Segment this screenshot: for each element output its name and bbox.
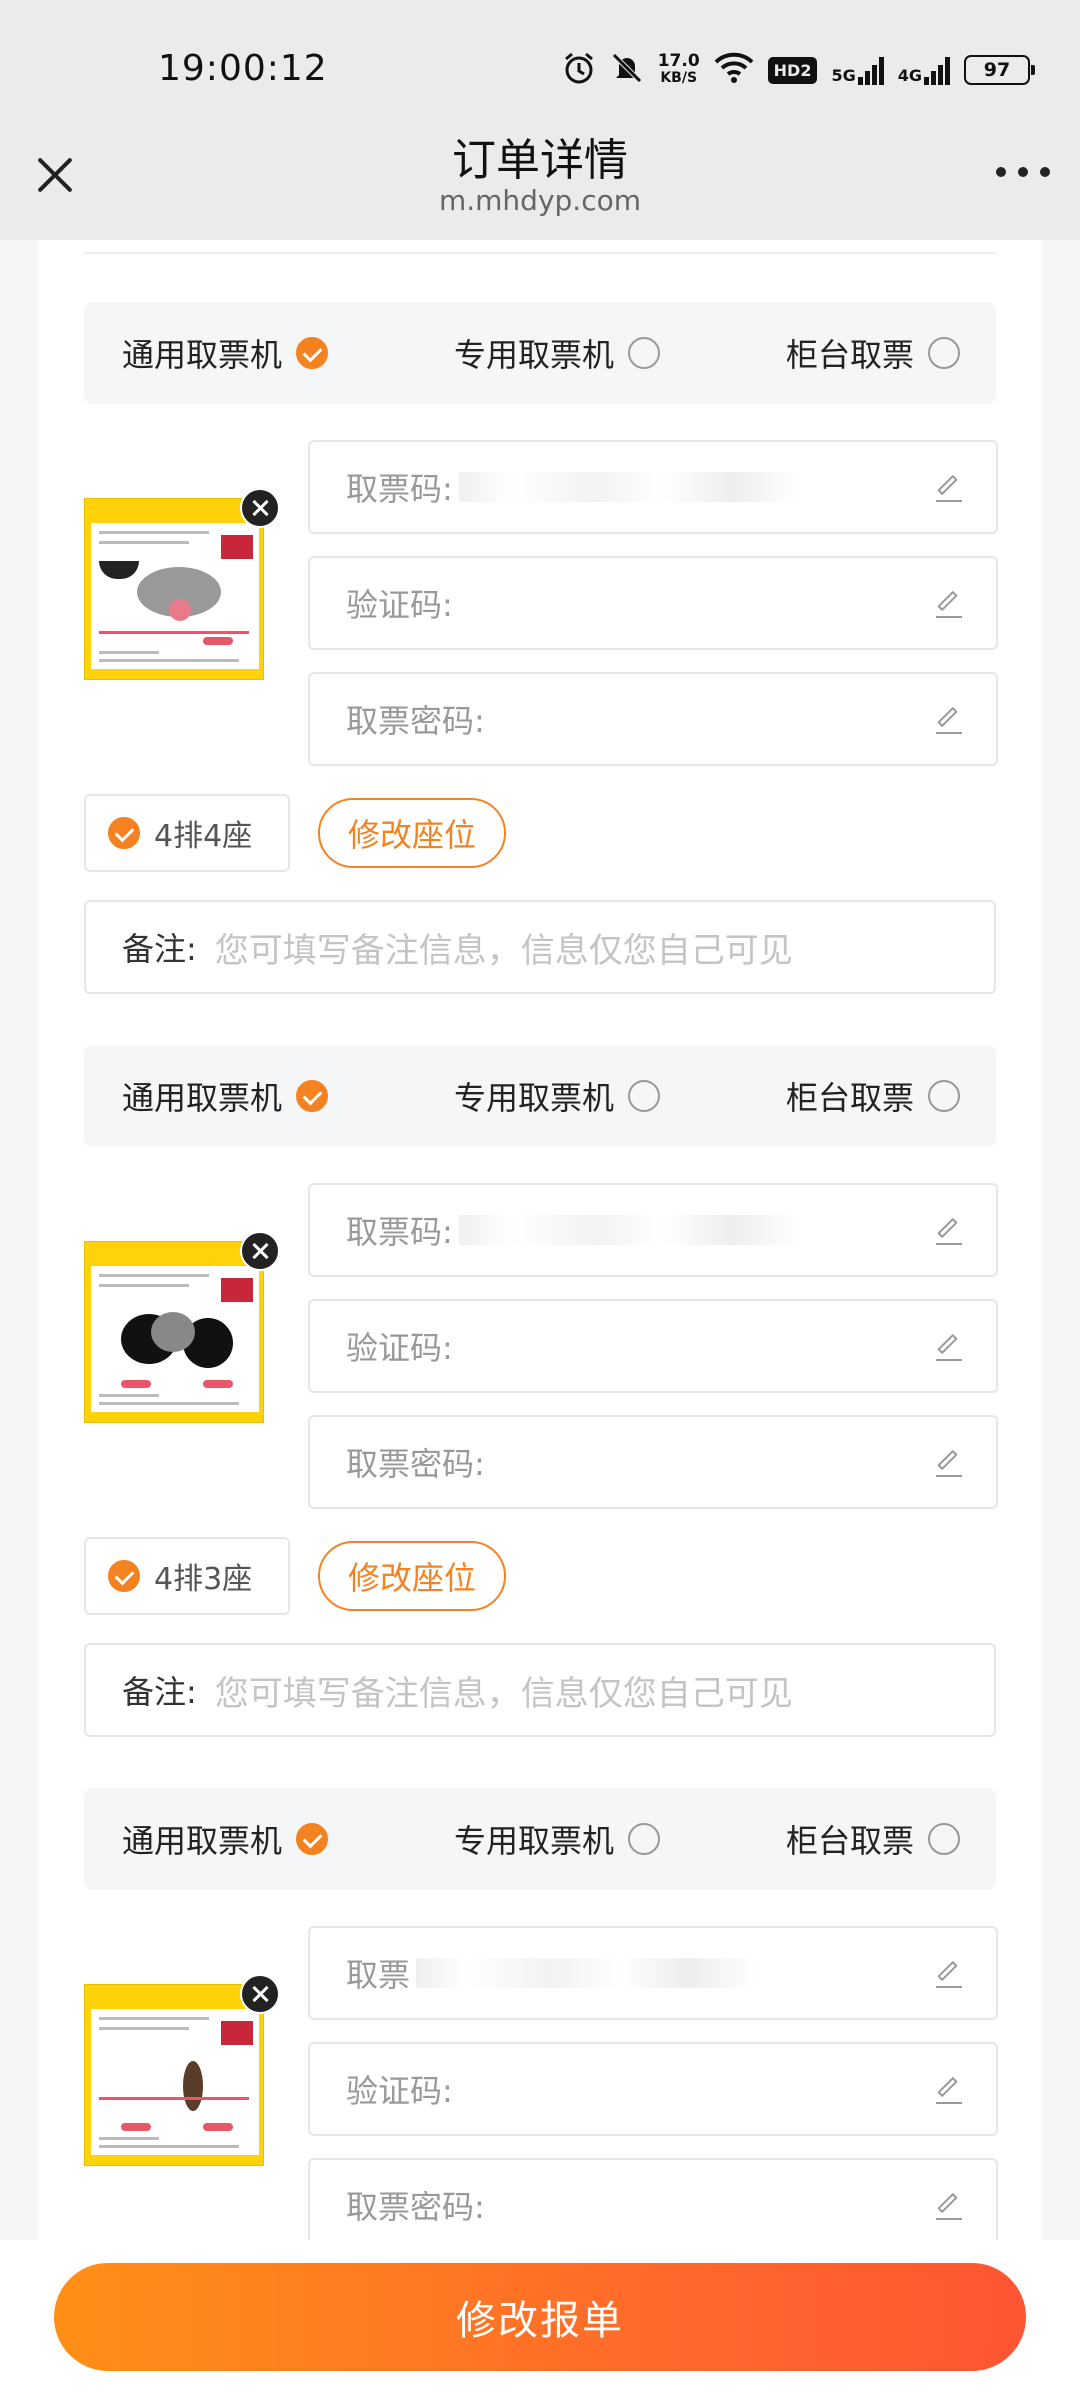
- ticket-code-input[interactable]: 取票: [308, 1926, 998, 2020]
- redacted-value: [458, 472, 799, 502]
- option-counter[interactable]: 柜台取票: [786, 1788, 960, 1890]
- option-counter[interactable]: 柜台取票: [786, 1045, 960, 1147]
- ticket-block-2: 通用取票机 专用取票机 柜台取票 取票码: 验证码: 取票密码: 4排3座 修改…: [84, 1045, 998, 1737]
- verify-code-input[interactable]: 验证码:: [308, 1299, 998, 1393]
- radio-unchecked-icon: [928, 337, 960, 369]
- nav-bar: 订单详情 m.mhdyp.com: [0, 135, 1080, 240]
- pickup-method-group: 通用取票机 专用取票机 柜台取票: [84, 302, 996, 404]
- status-time: 19:00:12: [158, 48, 328, 89]
- edit-icon[interactable]: [936, 474, 962, 502]
- signal-5g-icon: 5G: [831, 55, 884, 85]
- edit-icon[interactable]: [936, 1333, 962, 1361]
- page-title: 订单详情: [452, 135, 628, 186]
- mute-icon: [610, 51, 644, 89]
- ticket-block-3: 通用取票机 专用取票机 柜台取票 取票 验证码: 取票密码:: [84, 1788, 998, 2240]
- hd-icon: HD2: [767, 56, 818, 84]
- check-icon: [108, 1560, 140, 1592]
- order-content: 通用取票机 专用取票机 柜台取票 取票码: 验证码: 取票密码: 4排4座 修改…: [38, 240, 1042, 2240]
- edit-icon[interactable]: [936, 706, 962, 734]
- radio-checked-icon: [296, 337, 329, 369]
- verify-code-input[interactable]: 验证码:: [308, 2042, 998, 2136]
- remove-image-icon[interactable]: [240, 488, 280, 528]
- more-icon[interactable]: [996, 162, 1050, 182]
- redacted-value: [416, 1958, 757, 1988]
- option-counter[interactable]: 柜台取票: [786, 302, 960, 404]
- seat-tag: 4排4座: [84, 794, 290, 872]
- signal-4g-icon: 4G: [898, 55, 950, 85]
- radio-unchecked-icon: [628, 1823, 661, 1855]
- page-url: m.mhdyp.com: [438, 184, 641, 217]
- ticket-screenshot-thumbnail[interactable]: [84, 1984, 264, 2166]
- pickup-method-group: 通用取票机 专用取票机 柜台取票: [84, 1788, 996, 1890]
- battery-icon: 97: [964, 55, 1035, 85]
- status-bar: 19:00:12 17.0 KB/S HD2 5G 4G 97: [0, 0, 1080, 140]
- status-icons: 17.0 KB/S HD2 5G 4G 97: [562, 48, 1035, 92]
- edit-icon[interactable]: [936, 1217, 962, 1245]
- submit-modify-button[interactable]: 修改报单: [54, 2263, 1026, 2371]
- option-dedicated-machine[interactable]: 专用取票机: [454, 302, 661, 404]
- radio-checked-icon: [296, 1080, 329, 1112]
- check-icon: [108, 817, 140, 849]
- radio-unchecked-icon: [928, 1080, 960, 1112]
- radio-unchecked-icon: [628, 337, 661, 369]
- alarm-icon: [562, 51, 596, 89]
- modify-seat-button[interactable]: 修改座位: [318, 798, 506, 868]
- redacted-value: [458, 1215, 799, 1245]
- ticket-password-input[interactable]: 取票密码:: [308, 672, 998, 766]
- option-general-machine[interactable]: 通用取票机: [122, 1045, 329, 1147]
- network-speed: 17.0 KB/S: [657, 51, 700, 87]
- edit-icon[interactable]: [936, 2076, 962, 2104]
- ticket-screenshot-thumbnail[interactable]: [84, 498, 264, 680]
- edit-icon[interactable]: [936, 590, 962, 618]
- radio-unchecked-icon: [928, 1823, 960, 1855]
- ticket-password-input[interactable]: 取票密码:: [308, 1415, 998, 1509]
- ticket-code-input[interactable]: 取票码:: [308, 440, 998, 534]
- remove-image-icon[interactable]: [240, 1231, 280, 1271]
- radio-checked-icon: [296, 1823, 329, 1855]
- remark-input[interactable]: 备注: 您可填写备注信息，信息仅您自己可见: [84, 900, 996, 994]
- remark-input[interactable]: 备注: 您可填写备注信息，信息仅您自己可见: [84, 1643, 996, 1737]
- ticket-password-input[interactable]: 取票密码:: [308, 2158, 998, 2240]
- ticket-block-1: 通用取票机 专用取票机 柜台取票 取票码: 验证码: 取票密码: 4排4座 修改…: [84, 302, 998, 994]
- divider: [84, 252, 996, 254]
- ticket-screenshot-thumbnail[interactable]: [84, 1241, 264, 1423]
- wifi-icon: [714, 52, 754, 88]
- edit-icon[interactable]: [936, 1960, 962, 1988]
- option-dedicated-machine[interactable]: 专用取票机: [454, 1788, 661, 1890]
- ticket-code-input[interactable]: 取票码:: [308, 1183, 998, 1277]
- pickup-method-group: 通用取票机 专用取票机 柜台取票: [84, 1045, 996, 1147]
- option-dedicated-machine[interactable]: 专用取票机: [454, 1045, 661, 1147]
- edit-icon[interactable]: [936, 2192, 962, 2220]
- verify-code-input[interactable]: 验证码:: [308, 556, 998, 650]
- remove-image-icon[interactable]: [240, 1974, 280, 2014]
- seat-tag: 4排3座: [84, 1537, 290, 1615]
- option-general-machine[interactable]: 通用取票机: [122, 302, 329, 404]
- option-general-machine[interactable]: 通用取票机: [122, 1788, 329, 1890]
- modify-seat-button[interactable]: 修改座位: [318, 1541, 506, 1611]
- edit-icon[interactable]: [936, 1449, 962, 1477]
- radio-unchecked-icon: [628, 1080, 661, 1112]
